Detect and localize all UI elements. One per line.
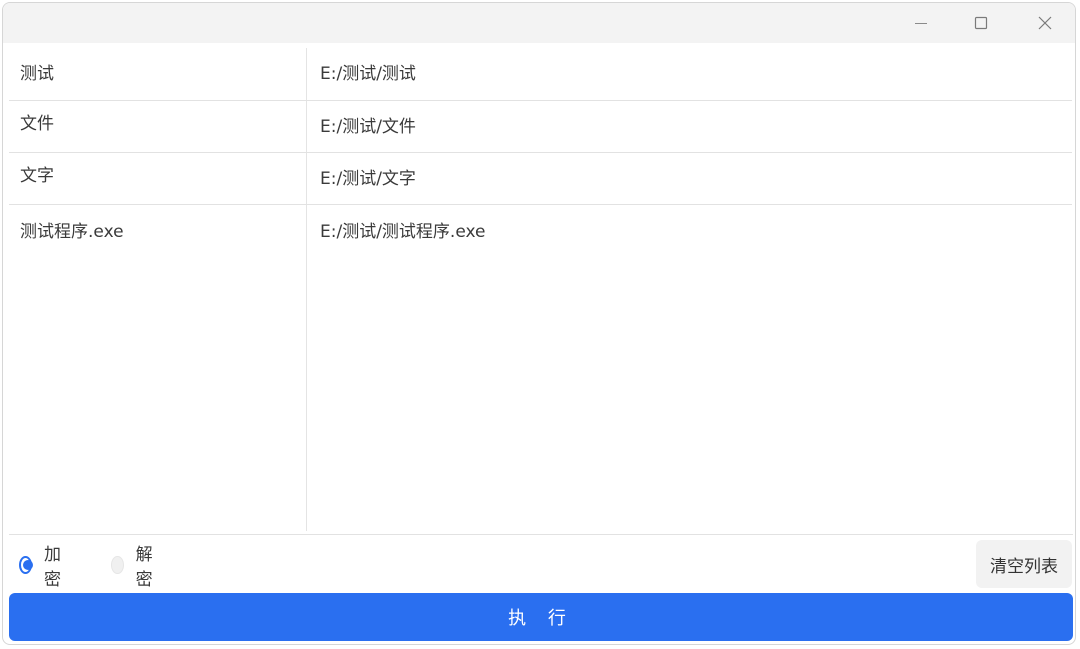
table-row[interactable]: 文件 E:/测试/文件 [9, 101, 1072, 153]
file-path: E:/测试/文字 [320, 169, 416, 189]
file-name: 文字 [20, 166, 54, 186]
file-name: 测试 [20, 64, 54, 84]
maximize-icon [974, 16, 988, 30]
encrypt-radio[interactable]: 加密 [19, 545, 66, 590]
file-list-table: 测试 E:/测试/测试 文件 E:/测试/文件 文字 E:/测试/文字 测试程序… [9, 48, 1072, 531]
radio-unchecked-icon [111, 556, 124, 574]
close-icon [1038, 16, 1052, 30]
file-name: 文件 [20, 114, 54, 134]
file-path: E:/测试/文件 [320, 117, 416, 137]
table-row[interactable]: 文字 E:/测试/文字 [9, 153, 1072, 205]
title-bar [3, 3, 1075, 43]
file-path: E:/测试/测试 [320, 64, 416, 84]
file-name: 测试程序.exe [20, 222, 124, 242]
table-row[interactable]: 测试程序.exe E:/测试/测试程序.exe [9, 205, 1072, 531]
decrypt-radio[interactable]: 解密 [111, 545, 158, 590]
maximize-button[interactable] [951, 3, 1011, 43]
clear-list-button[interactable]: 清空列表 [976, 540, 1072, 588]
file-path: E:/测试/测试程序.exe [320, 222, 486, 242]
radio-checked-icon [19, 556, 34, 574]
footer-divider [9, 534, 1073, 535]
decrypt-label: 解密 [135, 545, 153, 590]
app-window: 测试 E:/测试/测试 文件 E:/测试/文件 文字 E:/测试/文字 测试程序… [2, 2, 1076, 645]
minimize-button[interactable] [891, 3, 951, 43]
minimize-icon [915, 23, 927, 24]
encrypt-label: 加密 [44, 545, 62, 590]
table-row[interactable]: 测试 E:/测试/测试 [9, 48, 1072, 101]
execute-button[interactable]: 执 行 [9, 593, 1073, 641]
close-button[interactable] [1015, 3, 1075, 43]
